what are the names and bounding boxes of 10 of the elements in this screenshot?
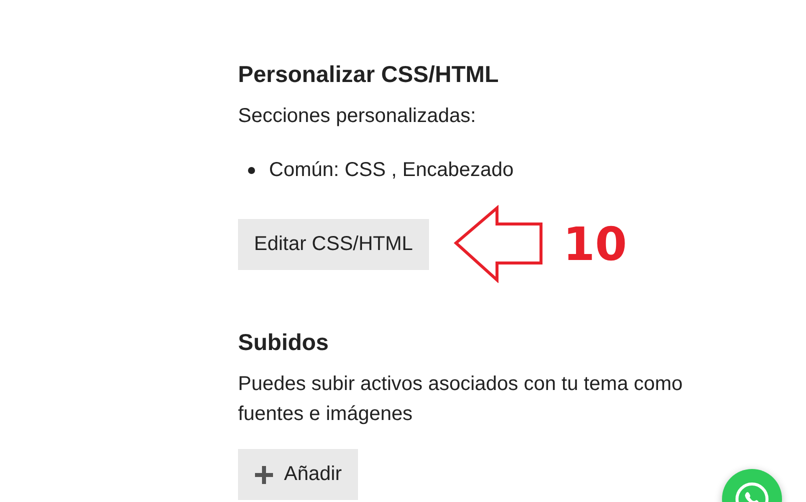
section-heading: Subidos [238, 328, 329, 357]
annotation-number: 10 [562, 217, 627, 271]
add-button[interactable]: Añadir [238, 449, 358, 500]
description-text: Puedes subir activos asociados con tu tema como fuentes e imágenes [238, 372, 684, 427]
description-text: Secciones personalizadas: [238, 104, 477, 129]
plus-icon [254, 464, 274, 484]
bullet-icon [248, 166, 255, 174]
edit-button[interactable]: Editar CSS/HTML [238, 218, 429, 270]
section-heading: Personalizar CSS/HTML [238, 60, 499, 89]
list-item: Común: CSS , Encabezado [269, 158, 514, 183]
